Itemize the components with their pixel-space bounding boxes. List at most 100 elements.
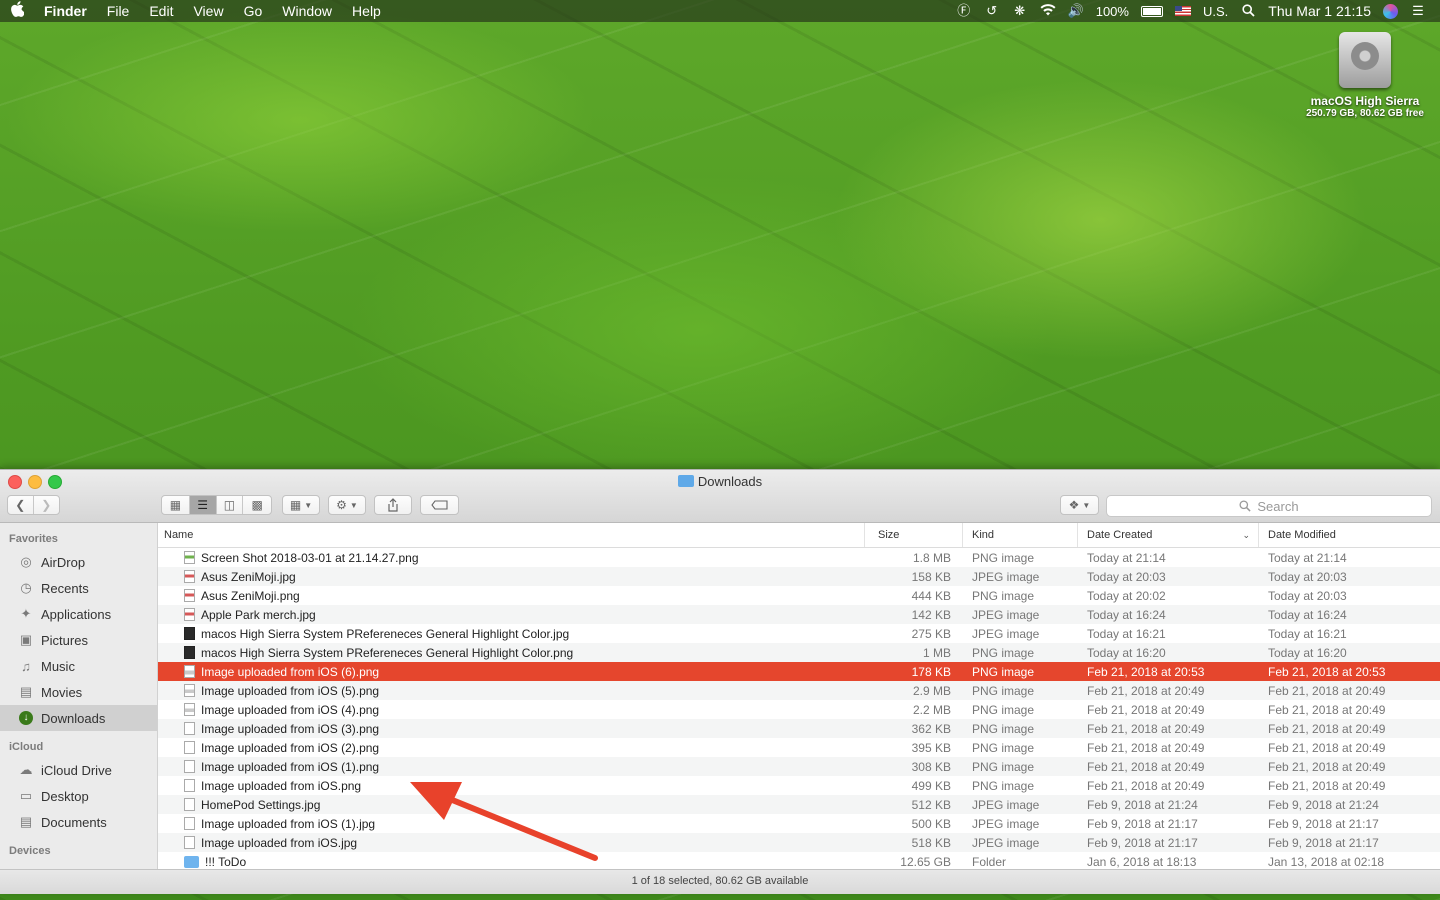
column-header-date-created[interactable]: Date Created ⌄: [1078, 523, 1259, 547]
file-thumbnail-icon: [184, 722, 195, 735]
action-button[interactable]: ⚙ ▼: [328, 495, 366, 515]
file-date-modified: Feb 21, 2018 at 20:49: [1268, 759, 1386, 774]
share-button[interactable]: [374, 495, 412, 515]
file-row[interactable]: Apple Park merch.jpg 142 KB JPEG image Toda…: [158, 605, 1440, 624]
flag-icon[interactable]: [1174, 6, 1191, 16]
file-row[interactable]: Image uploaded from iOS (1).png 308 KB PNG…: [158, 757, 1440, 776]
file-thumbnail-icon: [184, 665, 195, 678]
tags-button[interactable]: [420, 495, 459, 515]
cover-flow-button[interactable]: ▩: [243, 496, 271, 514]
sidebar-item-music[interactable]: ♫ Music: [0, 653, 157, 679]
column-header-date-modified[interactable]: Date Modified: [1259, 523, 1440, 547]
file-row[interactable]: macos High Sierra System PRefereneces Ge…: [158, 643, 1440, 662]
list-view-button[interactable]: ☰: [189, 496, 217, 514]
sidebar-item-recents[interactable]: ◷ Recents: [0, 575, 157, 601]
file-kind: JPEG image: [972, 607, 1040, 622]
spotlight-search-icon[interactable]: [1240, 4, 1256, 18]
menu-help[interactable]: Help: [342, 3, 391, 19]
forward-button[interactable]: ❯: [34, 496, 59, 514]
notification-center-icon[interactable]: ☰: [1410, 4, 1426, 18]
file-thumbnail-icon: [184, 779, 195, 792]
file-size: 178 KB: [911, 664, 951, 679]
file-row[interactable]: Image uploaded from iOS (4).png 2.2 MB PNG…: [158, 700, 1440, 719]
file-row[interactable]: HomePod Settings.jpg 512 KB JPEG image Feb …: [158, 795, 1440, 814]
siri-icon[interactable]: [1383, 3, 1398, 19]
file-row[interactable]: Asus ZeniMoji.jpg 158 KB JPEG image Today a…: [158, 567, 1440, 586]
menu-edit[interactable]: Edit: [139, 3, 183, 19]
file-row[interactable]: Screen Shot 2018-03-01 at 21.14.27.png 1.…: [158, 548, 1440, 567]
file-name-cell: Apple Park merch.jpg: [158, 608, 865, 622]
time-machine-icon[interactable]: ↺: [984, 4, 1000, 18]
menu-window[interactable]: Window: [272, 3, 342, 19]
file-size: 512 KB: [911, 797, 951, 812]
file-row[interactable]: Image uploaded from iOS (1).jpg 500 KB JPE…: [158, 814, 1440, 833]
menu-file[interactable]: File: [97, 3, 140, 19]
sidebar-item-desktop[interactable]: ▭ Desktop: [0, 783, 157, 809]
file-name-cell: Image uploaded from iOS (4).png: [158, 703, 865, 717]
sidebar-item-applications[interactable]: ✦ Applications: [0, 601, 157, 627]
window-title-text: Downloads: [697, 474, 763, 489]
file-date-modified: Today at 20:03: [1268, 569, 1347, 584]
volume-icon[interactable]: 🔊: [1068, 4, 1084, 18]
file-row[interactable]: Image uploaded from iOS.jpg 518 KB JPEG im…: [158, 833, 1440, 852]
search-field[interactable]: Search: [1106, 495, 1432, 517]
file-row[interactable]: !!! ToDo 12.65 GB Folder Jan 6, 2018 at 18:…: [158, 852, 1440, 869]
file-kind: JPEG image: [972, 626, 1040, 641]
column-header-size[interactable]: Size: [865, 523, 963, 547]
title-bar: Downloads ❮ ❯ ▦ ☰ ◫ ▩ ▦ ▼ ⚙ ▼ ❖ ▼ Search: [0, 470, 1440, 523]
menu-clock[interactable]: Thu Mar 1 21:15: [1268, 3, 1371, 19]
icon-view-button[interactable]: ▦: [162, 496, 190, 514]
sidebar-item-pictures[interactable]: ▣ Pictures: [0, 627, 157, 653]
file-row[interactable]: Image uploaded from iOS (2).png 395 KB PNG…: [158, 738, 1440, 757]
file-name-cell: macos High Sierra System PRefereneces Ge…: [158, 646, 865, 660]
column-header-kind[interactable]: Kind: [963, 523, 1078, 547]
file-row[interactable]: Asus ZeniMoji.png 444 KB PNG image Today at…: [158, 586, 1440, 605]
accessibility-icon[interactable]: Ⓕ: [956, 4, 972, 18]
sidebar-item-downloads[interactable]: ↓ Downloads: [0, 705, 157, 731]
group-by-button[interactable]: ▦ ▼: [282, 495, 320, 515]
apple-menu-icon[interactable]: [0, 0, 34, 22]
cloud-icon: ☁: [19, 762, 33, 777]
file-row[interactable]: macos High Sierra System PRefereneces Ge…: [158, 624, 1440, 643]
window-title: Downloads: [0, 474, 1440, 489]
dropbox-icon: ❖: [1068, 498, 1080, 512]
desktop-disk-icon[interactable]: macOS High Sierra 250.79 GB, 80.62 GB fr…: [1300, 32, 1430, 119]
column-header-name[interactable]: Name: [158, 523, 865, 547]
file-name: macos High Sierra System PRefereneces Ge…: [201, 626, 570, 641]
film-icon: ▤: [19, 684, 33, 699]
annotation-arrow: [410, 782, 598, 861]
sidebar-header-icloud: iCloud: [9, 741, 44, 753]
file-date-modified: Today at 16:20: [1268, 645, 1347, 660]
sidebar-item-documents[interactable]: ▤ Documents: [0, 809, 157, 835]
sidebar-item-movies[interactable]: ▤ Movies: [0, 679, 157, 705]
battery-icon[interactable]: [1140, 5, 1163, 17]
file-name: Image uploaded from iOS (5).png: [201, 683, 380, 698]
dropbox-button[interactable]: ❖ ▼: [1060, 495, 1099, 515]
share-icon: [388, 498, 398, 512]
camera-icon: ▣: [19, 632, 33, 647]
file-row[interactable]: Image uploaded from iOS (3).png 362 KB PNG…: [158, 719, 1440, 738]
finder-window: Downloads ❮ ❯ ▦ ☰ ◫ ▩ ▦ ▼ ⚙ ▼ ❖ ▼ Search…: [0, 469, 1440, 894]
sidebar-item-icloud-drive[interactable]: ☁ iCloud Drive: [0, 757, 157, 783]
input-source-label[interactable]: U.S.: [1203, 4, 1228, 19]
sidebar-item-label: AirDrop: [41, 554, 86, 570]
wifi-icon[interactable]: [1040, 4, 1056, 18]
file-name-cell: Image uploaded from iOS (5).png: [158, 684, 865, 698]
applications-icon: ✦: [20, 606, 32, 621]
battery-percentage[interactable]: 100%: [1096, 4, 1129, 19]
file-kind: PNG image: [972, 683, 1035, 698]
menu-app-name[interactable]: Finder: [34, 3, 97, 19]
file-row[interactable]: Image uploaded from iOS (6).png 178 KB PNG…: [158, 662, 1440, 681]
sidebar-item-airdrop[interactable]: ◎ AirDrop: [0, 549, 157, 575]
file-row[interactable]: Image uploaded from iOS.png 499 KB PNG ima…: [158, 776, 1440, 795]
column-view-button[interactable]: ◫: [217, 496, 244, 514]
file-size: 1 MB: [922, 645, 951, 660]
file-name: Image uploaded from iOS (1).jpg: [201, 816, 376, 831]
file-row[interactable]: Image uploaded from iOS (5).png 2.9 MB PNG…: [158, 681, 1440, 700]
file-date-modified: Today at 16:21: [1268, 626, 1347, 641]
bluetooth-icon[interactable]: ❋: [1012, 4, 1028, 18]
menu-view[interactable]: View: [183, 3, 233, 19]
back-button[interactable]: ❮: [8, 496, 34, 514]
menu-go[interactable]: Go: [234, 3, 273, 19]
file-name: Apple Park merch.jpg: [201, 607, 316, 622]
